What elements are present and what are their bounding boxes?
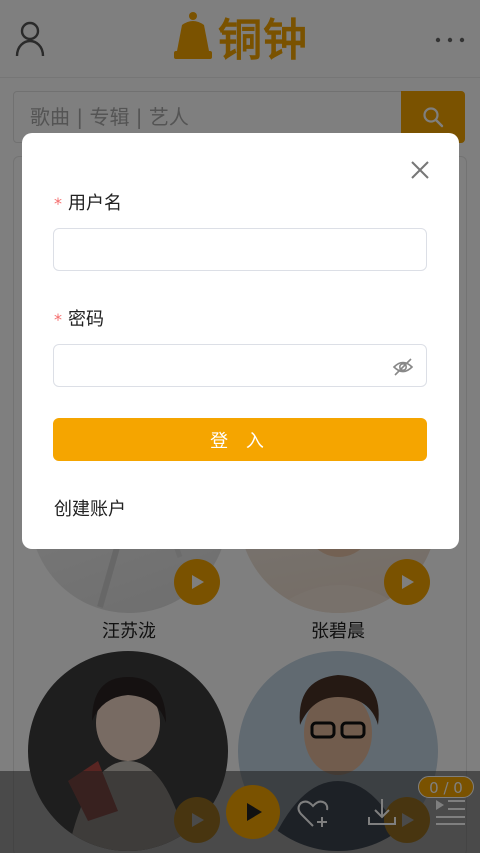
close-icon[interactable] [409, 159, 431, 181]
username-label-text: 用户名 [68, 193, 122, 214]
required-mark: * [54, 194, 62, 213]
login-button[interactable]: 登 入 [53, 418, 427, 461]
required-mark: * [54, 310, 62, 329]
username-label: * 用户名 [54, 189, 122, 215]
username-input[interactable] [53, 228, 427, 271]
password-label: * 密码 [54, 305, 104, 331]
eye-off-icon[interactable] [392, 356, 414, 378]
login-dialog: * 用户名 * 密码 登 入 创建账户 [22, 133, 459, 549]
password-label-text: 密码 [68, 309, 104, 330]
create-account-link[interactable]: 创建账户 [54, 495, 126, 521]
password-input[interactable] [53, 344, 427, 387]
